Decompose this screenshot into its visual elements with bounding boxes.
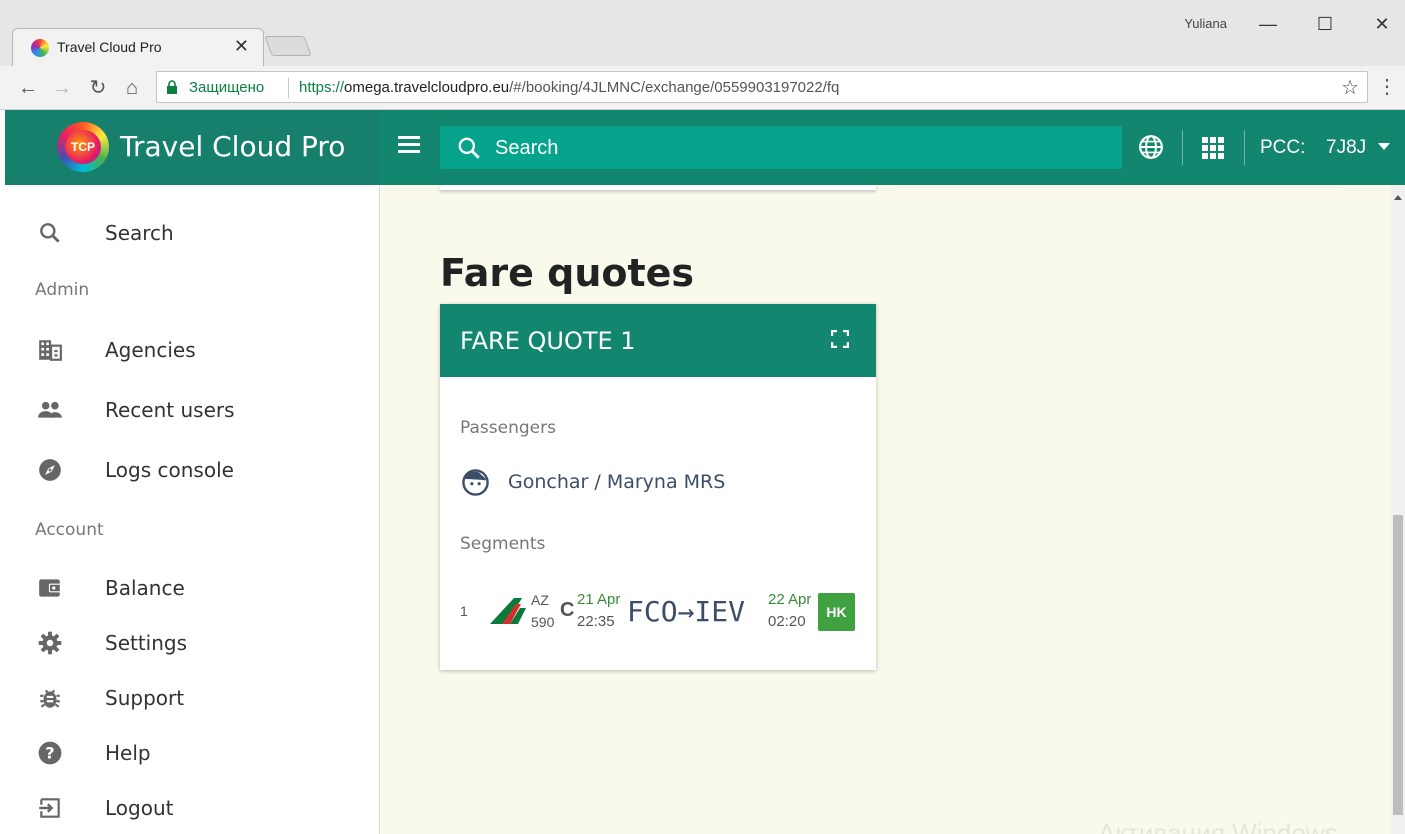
sidebar-item-label: Logout bbox=[105, 796, 174, 820]
departure-time: 22:35 bbox=[577, 613, 615, 630]
people-icon bbox=[38, 401, 62, 418]
sidebar-item-label: Support bbox=[105, 686, 185, 710]
profile-name[interactable]: Yuliana bbox=[1184, 16, 1227, 31]
carrier-code: AZ bbox=[531, 592, 549, 608]
brand-name[interactable]: Travel Cloud Pro bbox=[120, 130, 345, 163]
back-icon[interactable]: ← bbox=[14, 74, 42, 102]
sidebar-item-logout[interactable]: Logout bbox=[5, 783, 380, 833]
address-divider bbox=[288, 78, 289, 98]
secure-label: Защищено bbox=[189, 79, 265, 96]
search-placeholder: Search bbox=[495, 137, 559, 159]
sidebar-item-label: Recent users bbox=[105, 398, 235, 422]
sidebar-item-label: Search bbox=[105, 221, 174, 245]
search-icon bbox=[40, 223, 60, 243]
previous-card bbox=[440, 185, 876, 190]
building-icon bbox=[39, 340, 62, 361]
topbar-divider bbox=[1244, 130, 1245, 165]
tcp-logo[interactable]: TCP bbox=[57, 122, 109, 172]
segments-label: Segments bbox=[460, 534, 546, 554]
sidebar-item-agencies[interactable]: Agencies bbox=[5, 325, 380, 375]
account-heading: Account bbox=[35, 520, 104, 540]
sidebar-item-help[interactable]: ? Help bbox=[5, 728, 380, 778]
scroll-up-icon[interactable] bbox=[1394, 195, 1402, 200]
url-scheme: https:// bbox=[299, 79, 345, 96]
help-icon: ? bbox=[38, 741, 62, 765]
main-content: Fare quotes FARE QUOTE 1 Passengers Gonc… bbox=[381, 185, 1391, 834]
tab-close-icon[interactable]: ✕ bbox=[234, 36, 249, 57]
maximize-button[interactable]: ☐ bbox=[1310, 10, 1340, 38]
reload-icon[interactable]: ↻ bbox=[84, 74, 112, 102]
sidebar-item-settings[interactable]: Settings bbox=[5, 618, 380, 668]
logout-icon bbox=[39, 798, 60, 818]
alitalia-logo-icon bbox=[490, 598, 526, 624]
language-globe-icon[interactable] bbox=[1138, 134, 1164, 160]
cabin-class: C bbox=[560, 599, 575, 621]
sidebar-item-balance[interactable]: Balance bbox=[5, 563, 380, 613]
browser-toolbar: ← → ↻ ⌂ Защищено https://omega.travelclo… bbox=[0, 66, 1405, 110]
minimize-button[interactable]: — bbox=[1253, 10, 1283, 38]
compass-icon bbox=[39, 459, 61, 481]
bug-icon bbox=[40, 689, 60, 708]
home-icon[interactable]: ⌂ bbox=[118, 74, 146, 102]
admin-heading: Admin bbox=[35, 280, 90, 300]
browser-menu-icon[interactable]: ⋮ bbox=[1377, 74, 1397, 99]
sidebar: Search Admin Agencies Recent users Logs … bbox=[5, 185, 380, 834]
arrival-date: 22 Apr bbox=[768, 591, 812, 608]
sidebar-item-label: Settings bbox=[105, 631, 188, 655]
segment-number: 1 bbox=[460, 603, 468, 619]
menu-icon[interactable] bbox=[398, 136, 422, 158]
tab-favicon-icon bbox=[31, 39, 49, 57]
sidebar-item-logs-console[interactable]: Logs console bbox=[5, 445, 380, 495]
sidebar-item-label: Help bbox=[105, 741, 151, 765]
browser-titlebar: Travel Cloud Pro ✕ Yuliana — ☐ ✕ bbox=[0, 0, 1405, 66]
sidebar-item-recent-users[interactable]: Recent users bbox=[5, 385, 380, 435]
scrollbar[interactable] bbox=[1391, 185, 1405, 834]
apps-grid-icon[interactable] bbox=[1202, 137, 1224, 159]
fare-quote-card: FARE QUOTE 1 Passengers Gonchar / Maryna… bbox=[440, 304, 876, 670]
status-badge: HK bbox=[818, 593, 855, 631]
sidebar-item-label: Agencies bbox=[105, 338, 196, 362]
fare-quote-header: FARE QUOTE 1 bbox=[440, 304, 876, 377]
pcc-value[interactable]: 7J8J bbox=[1326, 137, 1366, 159]
segment-route: FCO→IEV bbox=[627, 595, 746, 628]
wallet-icon bbox=[39, 579, 61, 597]
chevron-down-icon[interactable] bbox=[1378, 143, 1390, 150]
bookmark-star-icon[interactable]: ☆ bbox=[1341, 75, 1359, 100]
sidebar-item-label: Logs console bbox=[105, 458, 234, 482]
sidebar-item-label: Balance bbox=[105, 576, 185, 600]
forward-icon[interactable]: → bbox=[48, 74, 76, 102]
page-title: Fare quotes bbox=[440, 251, 695, 295]
search-icon bbox=[458, 137, 480, 159]
url-host: omega.travelcloudpro.eu bbox=[344, 79, 510, 96]
gear-icon bbox=[38, 631, 62, 655]
pcc-label: PCC: bbox=[1260, 137, 1306, 158]
passenger-name[interactable]: Gonchar / Maryna MRS bbox=[508, 471, 725, 493]
tab-title: Travel Cloud Pro bbox=[57, 39, 162, 55]
logo-text: TCP bbox=[65, 130, 101, 164]
scrollbar-thumb[interactable] bbox=[1393, 515, 1403, 815]
departure-date: 21 Apr bbox=[577, 591, 621, 608]
browser-tab[interactable]: Travel Cloud Pro ✕ bbox=[12, 28, 264, 66]
svg-text:?: ? bbox=[45, 743, 54, 762]
sidebar-item-support[interactable]: Support bbox=[5, 673, 380, 723]
address-bar[interactable]: Защищено https://omega.travelcloudpro.eu… bbox=[156, 71, 1368, 103]
close-window-button[interactable]: ✕ bbox=[1367, 10, 1397, 38]
brand-header: TCP Travel Cloud Pro bbox=[5, 110, 380, 185]
search-input[interactable]: Search bbox=[440, 126, 1122, 169]
windows-activation-watermark: Активация Windows bbox=[1098, 818, 1338, 834]
sidebar-item-search[interactable]: Search bbox=[5, 208, 380, 258]
new-tab-button[interactable] bbox=[264, 36, 312, 56]
flight-number: 590 bbox=[531, 614, 555, 630]
lock-icon bbox=[167, 80, 177, 94]
arrival-time: 02:20 bbox=[768, 613, 806, 630]
passengers-label: Passengers bbox=[460, 418, 556, 438]
fare-quote-title: FARE QUOTE 1 bbox=[460, 327, 636, 355]
fullscreen-icon[interactable] bbox=[831, 330, 849, 348]
topbar-divider bbox=[1182, 130, 1183, 165]
url-path: /#/booking/4JLMNC/exchange/0559903197022… bbox=[509, 79, 840, 96]
child-face-icon bbox=[462, 469, 489, 496]
url-text[interactable]: https://omega.travelcloudpro.eu/#/bookin… bbox=[299, 79, 839, 96]
app-topbar: Search PCC: 7J8J bbox=[380, 110, 1405, 185]
previous-card-right bbox=[896, 185, 1341, 188]
